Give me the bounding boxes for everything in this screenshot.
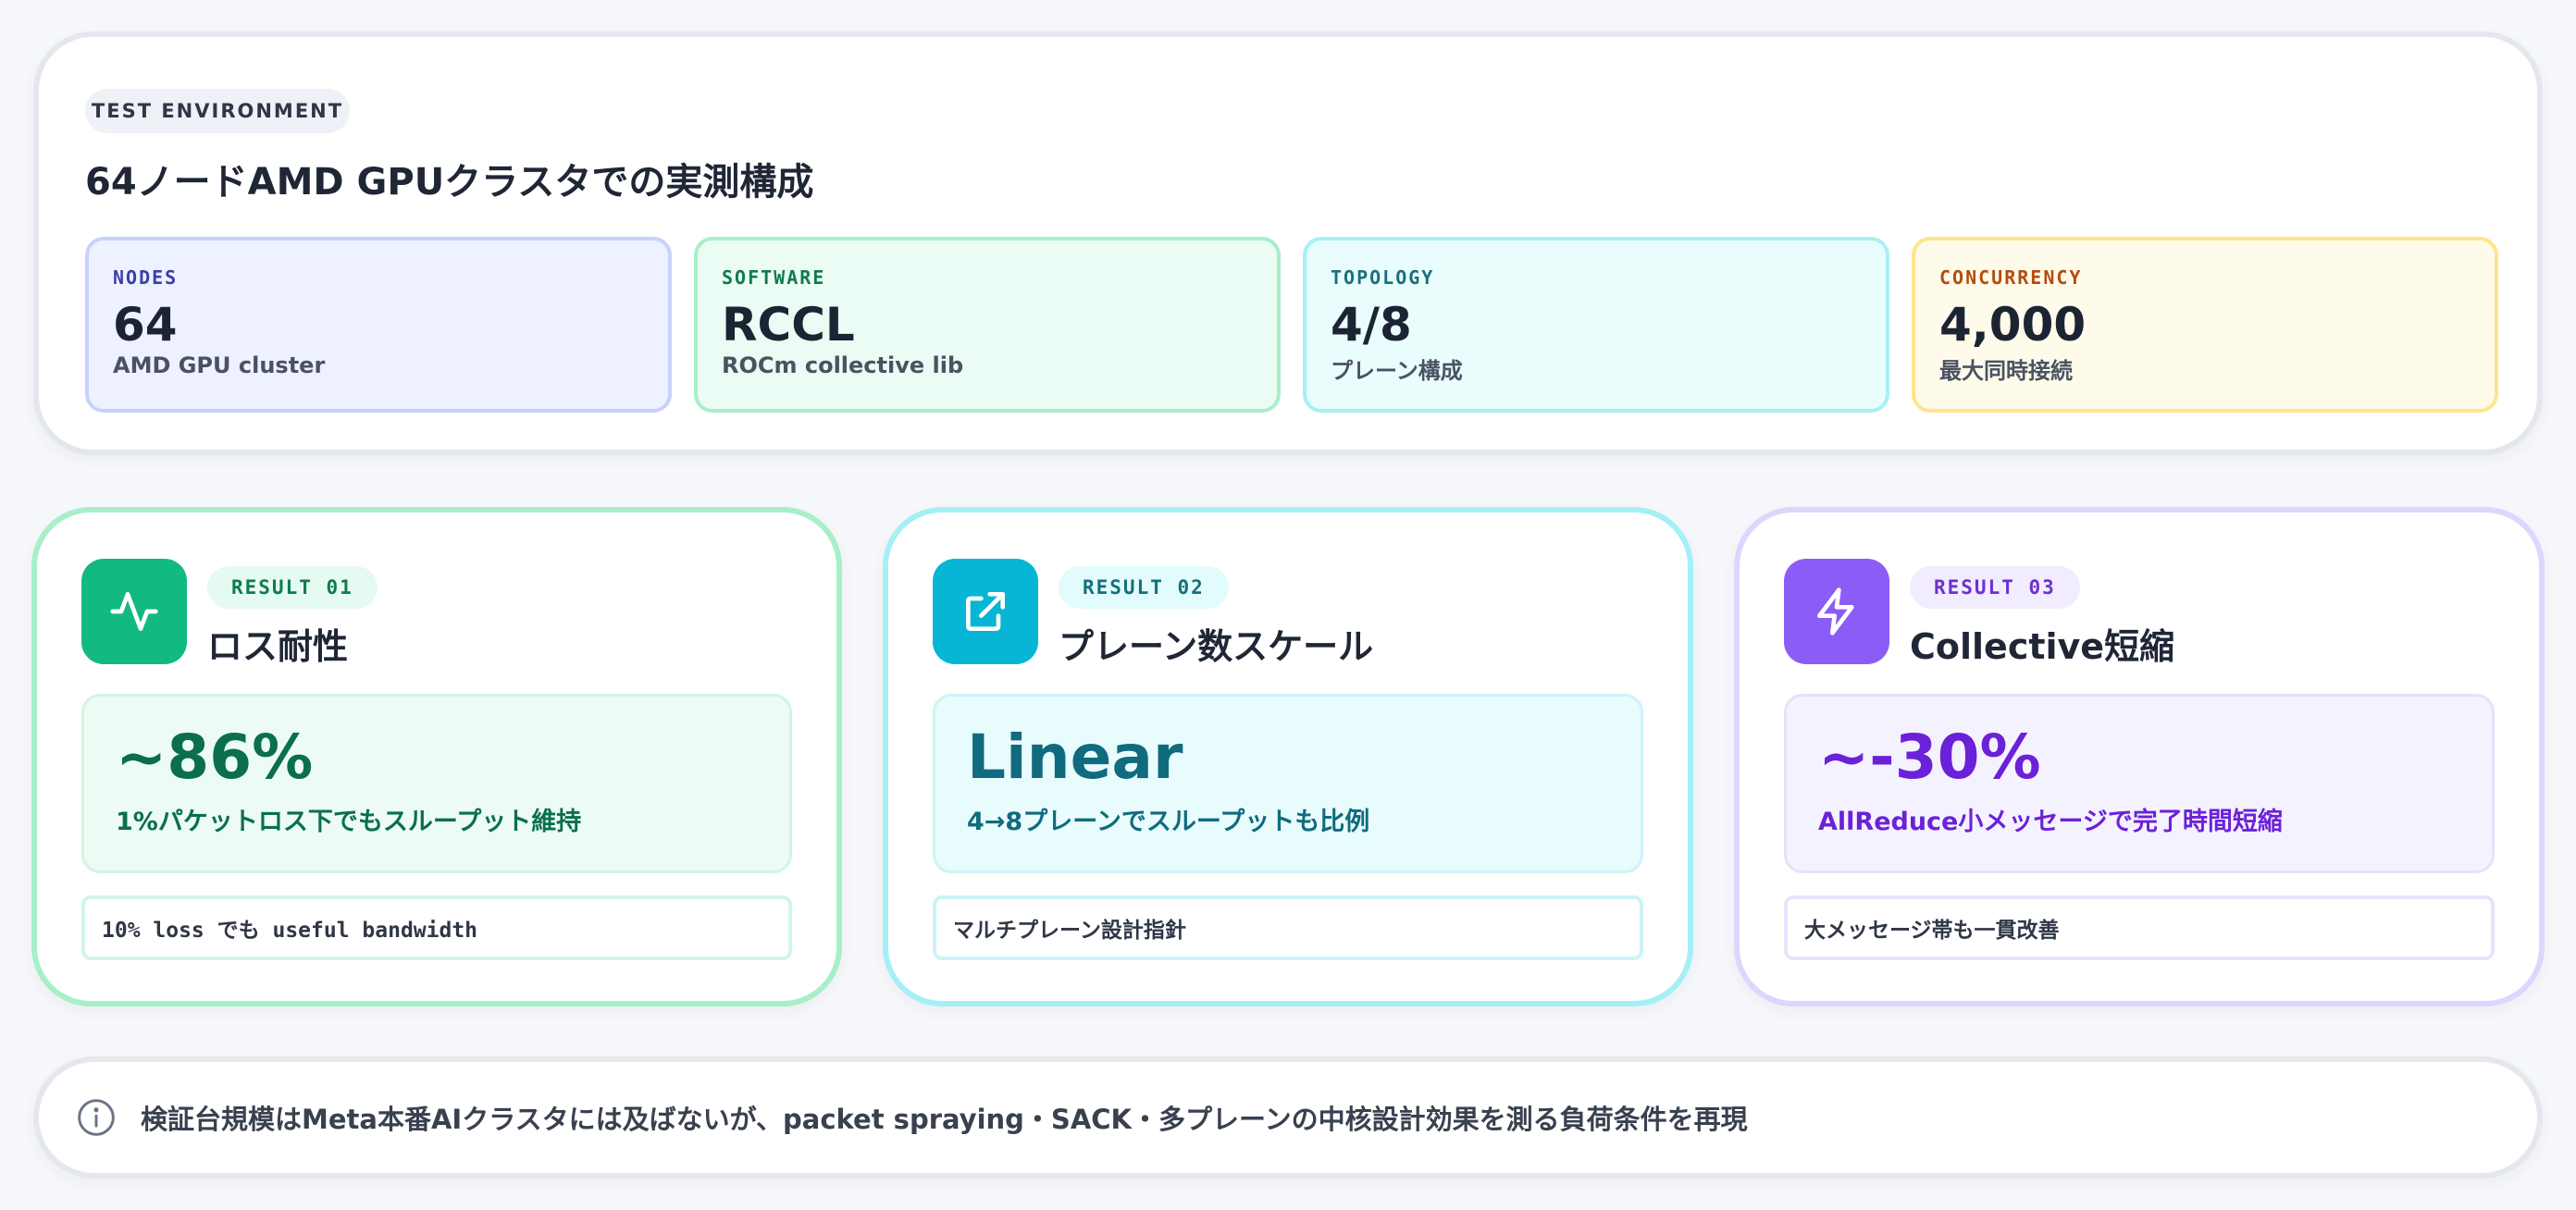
result-card-loss-tolerance: RESULT 01 ロス耐性 ~86% 1%パケットロス下でもスループット維持 …	[31, 507, 842, 1006]
result-badge: RESULT 03	[1910, 566, 2080, 609]
result-badge: RESULT 02	[1059, 566, 1229, 609]
result-title: Collective短縮	[1910, 626, 2175, 667]
result-metric-desc: 4→8プレーンでスループットも比例	[967, 807, 1370, 836]
stat-value: RCCL	[722, 298, 855, 352]
result-card-collective: RESULT 03 Collective短縮 ~-30% AllReduce小メ…	[1734, 507, 2545, 1006]
stat-label: CONCURRENCY	[1939, 266, 2083, 289]
result-title: ロス耐性	[207, 626, 349, 667]
stat-topology: TOPOLOGY 4/8 プレーン構成	[1303, 237, 1889, 413]
info-icon	[76, 1097, 117, 1138]
environment-title: 64ノードAMD GPUクラスタでの実測構成	[85, 161, 814, 204]
result-title: プレーン数スケール	[1059, 626, 1374, 667]
stat-label: SOFTWARE	[722, 266, 826, 289]
result-badge: RESULT 01	[207, 566, 378, 609]
stat-software: SOFTWARE RCCL ROCm collective lib	[694, 237, 1281, 413]
stat-nodes: NODES 64 AMD GPU cluster	[85, 237, 672, 413]
result-metric-value: ~86%	[116, 722, 314, 793]
stat-label: NODES	[113, 266, 179, 289]
stat-sub: 最大同時接続	[1939, 358, 2073, 384]
external-link-icon	[933, 559, 1038, 664]
result-note: 10% loss でも useful bandwidth	[81, 895, 792, 960]
stat-value: 4,000	[1939, 298, 2087, 352]
stat-label: TOPOLOGY	[1331, 266, 1435, 289]
stat-sub: AMD GPU cluster	[113, 352, 326, 378]
result-note: 大メッセージ帯も一貫改善	[1784, 895, 2495, 960]
stat-sub: プレーン構成	[1331, 358, 1463, 384]
result-metric-desc: 1%パケットロス下でもスループット維持	[116, 807, 582, 836]
lightning-icon	[1784, 559, 1889, 664]
environment-badge: TEST ENVIRONMENT	[85, 89, 350, 133]
result-metric-value: Linear	[967, 722, 1183, 793]
result-metric-panel: Linear 4→8プレーンでスループットも比例	[933, 694, 1643, 873]
stat-value: 64	[113, 298, 178, 352]
result-metric-desc: AllReduce小メッセージで完了時間短縮	[1818, 807, 2283, 836]
stat-sub: ROCm collective lib	[722, 352, 964, 378]
activity-icon	[81, 559, 187, 664]
result-metric-value: ~-30%	[1818, 722, 2041, 793]
test-environment-card: TEST ENVIRONMENT 64ノードAMD GPUクラスタでの実測構成 …	[33, 31, 2543, 455]
footer-text: 検証台規模はMeta本番AIクラスタには及ばないが、packet sprayin…	[141, 1104, 1748, 1135]
result-card-plane-scale: RESULT 02 プレーン数スケール Linear 4→8プレーンでスループッ…	[883, 507, 1693, 1006]
result-note: マルチプレーン設計指針	[933, 895, 1643, 960]
footer-note: 検証台規模はMeta本番AIクラスタには及ばないが、packet sprayin…	[33, 1056, 2543, 1179]
result-metric-panel: ~-30% AllReduce小メッセージで完了時間短縮	[1784, 694, 2495, 873]
stat-value: 4/8	[1331, 298, 1412, 352]
stat-concurrency: CONCURRENCY 4,000 最大同時接続	[1912, 237, 2498, 413]
result-metric-panel: ~86% 1%パケットロス下でもスループット維持	[81, 694, 792, 873]
